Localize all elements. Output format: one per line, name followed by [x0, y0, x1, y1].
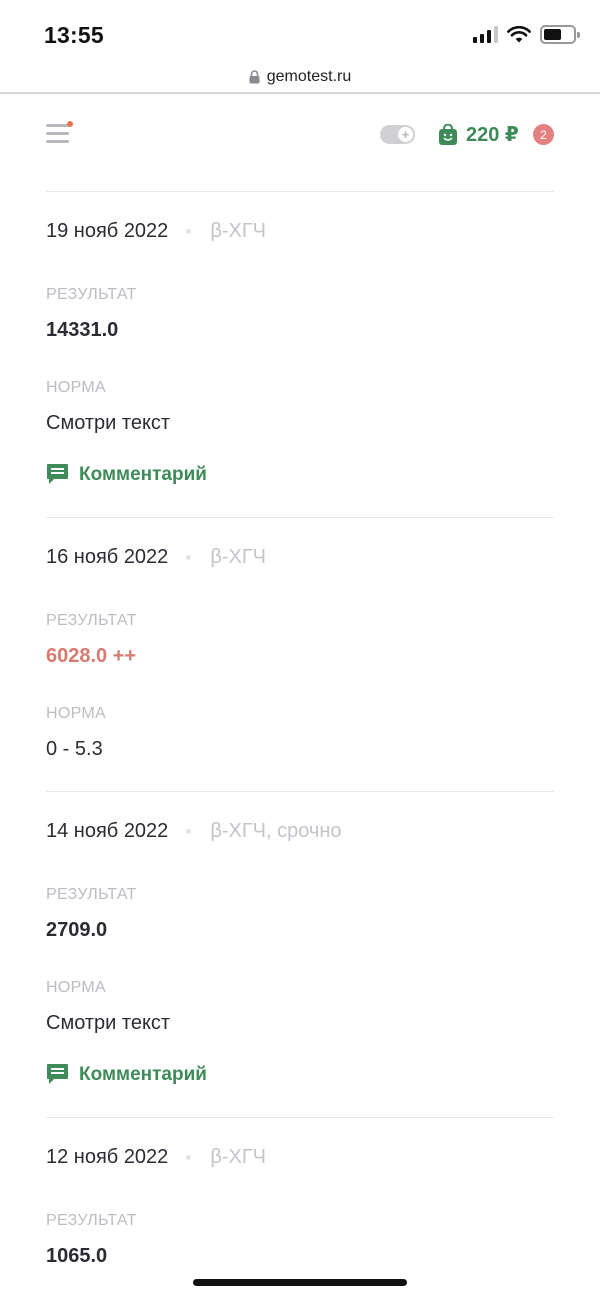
notification-dot [67, 121, 73, 127]
comment-label: Комментарий [79, 463, 207, 485]
norm-label: НОРМА [46, 379, 106, 396]
norm-value: Смотри текст [46, 412, 171, 434]
app-header: + 220 ₽ [0, 94, 600, 172]
entry-date: 14 нояб 2022 [46, 820, 169, 842]
result-value: 1065.0 [46, 1245, 108, 1267]
result-label: РЕЗУЛЬТАТ [46, 1212, 137, 1229]
norm-value: Смотри текст [46, 1012, 171, 1034]
address-bar[interactable]: gemotest.ru [0, 60, 600, 94]
plus-icon: + [398, 127, 413, 142]
cart-button[interactable]: 220 ₽ [438, 122, 519, 147]
result-label: РЕЗУЛЬТАТ [46, 612, 137, 629]
comment-link[interactable]: Комментарий [46, 1063, 207, 1086]
result-label: РЕЗУЛЬТАТ [46, 286, 137, 303]
result-value: 14331.0 [46, 319, 119, 341]
entry-test-name: β-ХГЧ [210, 1146, 266, 1168]
entry-test-name: β-ХГЧ, срочно [210, 820, 342, 842]
entry-divider [46, 791, 554, 792]
entry-test-name: β-ХГЧ [210, 220, 266, 242]
norm-label: НОРМА [46, 979, 106, 996]
entry-date: 19 нояб 2022 [46, 220, 169, 242]
page: 13:55 gemotest.ru + 220 ₽ 2 19 нояб 2022… [0, 0, 600, 1297]
entry-header: 16 нояб 2022 β-ХГЧ [46, 546, 266, 569]
comment-link[interactable]: Комментарий [46, 463, 207, 486]
entry-divider [46, 191, 554, 192]
result-value-abnormal: 6028.0 ++ [46, 645, 137, 667]
url-text: gemotest.ru [266, 68, 352, 85]
cart-price: 220 ₽ [466, 124, 519, 146]
separator-dot [186, 1155, 192, 1160]
signal-bars-icon [473, 26, 498, 43]
entry-date: 16 нояб 2022 [46, 546, 169, 568]
entry-test-name: β-ХГЧ [210, 546, 266, 568]
comment-label: Комментарий [79, 1063, 207, 1085]
hamburger-menu-icon[interactable] [46, 121, 74, 144]
comment-icon [47, 464, 68, 484]
entry-header: 12 нояб 2022 β-ХГЧ [46, 1146, 266, 1169]
battery-icon [540, 25, 580, 44]
entry-divider [46, 1117, 554, 1118]
status-bar: 13:55 [0, 0, 600, 62]
result-label: РЕЗУЛЬТАТ [46, 886, 137, 903]
lock-icon [249, 70, 260, 84]
entry-date: 12 нояб 2022 [46, 1146, 169, 1168]
norm-value: 0 - 5.3 [46, 738, 103, 760]
status-time: 13:55 [44, 22, 104, 48]
home-indicator[interactable] [193, 1279, 407, 1286]
result-value: 2709.0 [46, 919, 108, 941]
status-icons [473, 25, 580, 44]
cart-count-badge: 2 [533, 124, 554, 145]
toggle-switch[interactable]: + [380, 125, 415, 144]
norm-label: НОРМА [46, 705, 106, 722]
entry-divider [46, 517, 554, 518]
shopping-bag-icon [439, 123, 457, 145]
comment-icon [47, 1064, 68, 1084]
wifi-icon [507, 25, 531, 42]
separator-dot [186, 555, 192, 560]
separator-dot [186, 829, 192, 834]
separator-dot [186, 229, 192, 234]
entry-header: 14 нояб 2022 β-ХГЧ, срочно [46, 820, 341, 843]
entry-header: 19 нояб 2022 β-ХГЧ [46, 220, 266, 243]
